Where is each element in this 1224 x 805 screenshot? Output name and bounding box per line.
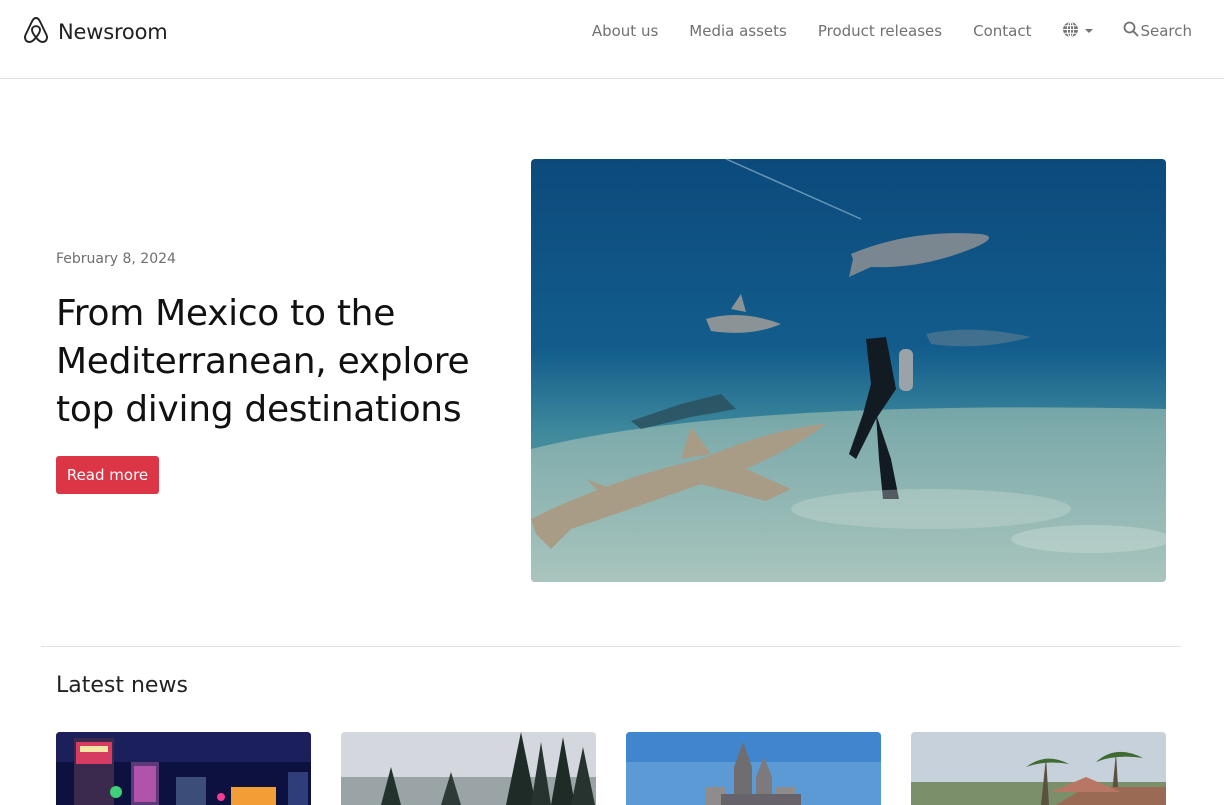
- brand-name: Newsroom: [58, 20, 168, 44]
- read-more-button[interactable]: Read more: [56, 456, 159, 494]
- nav-contact-link[interactable]: Contact: [973, 22, 1031, 40]
- section-divider: [41, 646, 1181, 647]
- airbnb-logo-icon: [22, 15, 50, 49]
- top-navigation-bar: Newsroom About us Media assets Product r…: [0, 0, 1224, 79]
- chevron-down-icon: [1085, 29, 1094, 33]
- hero-date: February 8, 2024: [56, 251, 176, 267]
- nav-product-releases-link[interactable]: Product releases: [818, 22, 942, 40]
- news-card-image[interactable]: [626, 732, 881, 805]
- news-card-image[interactable]: [341, 732, 596, 805]
- hero-title[interactable]: From Mexico to the Mediterranean, explor…: [56, 290, 506, 434]
- main-nav: About us Media assets Product releases C…: [592, 19, 1192, 43]
- latest-news-heading: Latest news: [56, 673, 188, 698]
- news-card-image[interactable]: [56, 732, 311, 805]
- nav-about-link[interactable]: About us: [592, 22, 658, 40]
- language-dropdown[interactable]: [1062, 21, 1094, 42]
- search-label: Search: [1140, 22, 1192, 40]
- hero-image[interactable]: [531, 159, 1166, 582]
- globe-icon: [1062, 21, 1079, 42]
- nav-media-assets-link[interactable]: Media assets: [689, 22, 787, 40]
- home-link[interactable]: Newsroom: [22, 15, 168, 49]
- news-card-image[interactable]: [911, 732, 1166, 805]
- search-icon: [1123, 21, 1140, 41]
- search-button[interactable]: Search: [1123, 21, 1192, 41]
